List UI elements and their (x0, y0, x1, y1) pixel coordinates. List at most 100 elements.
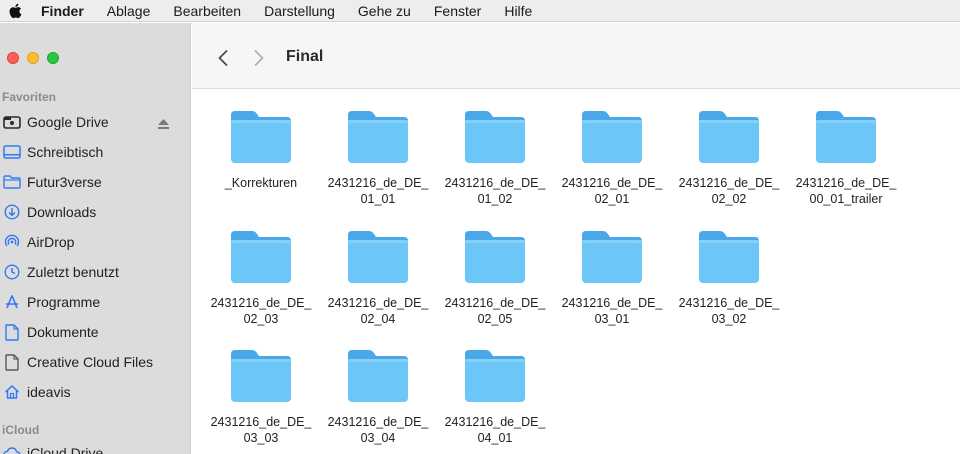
folder-name: 2431216_de_DE_ 02_05 (440, 295, 550, 327)
folder-name-line1: 2431216_de_DE_ (444, 176, 546, 190)
sidebar-item-futur3verse[interactable]: Futur3verse (0, 168, 191, 196)
folder-item[interactable]: 2431216_de_DE_ 03_02 (674, 229, 784, 327)
folder-name: 2431216_de_DE_ 02_04 (323, 295, 433, 327)
minimize-window-button[interactable] (27, 52, 39, 64)
folder-item[interactable]: 2431216_de_DE_ 00_01_trailer (791, 109, 901, 207)
folder-name-line1: 2431216_de_DE_ (561, 176, 663, 190)
folder-icon (465, 111, 525, 163)
sidebar-item-label: Schreibtisch (27, 144, 104, 160)
window-controls (7, 52, 59, 64)
folder-icon (348, 111, 408, 163)
sidebar-item-airdrop[interactable]: AirDrop (0, 228, 191, 256)
folder-item[interactable]: 2431216_de_DE_ 02_05 (440, 229, 550, 327)
folder-icon (231, 111, 291, 163)
folder-name-line2: 03_02 (711, 312, 747, 326)
folder-name: 2431216_de_DE_ 02_01 (557, 175, 667, 207)
sidebar-item-label: Google Drive (27, 114, 109, 130)
sidebar-item-label: Creative Cloud Files (27, 354, 154, 370)
drive-icon (3, 113, 21, 131)
favorites-section-title: Favoriten (2, 90, 57, 104)
menu-fenster[interactable]: Fenster (434, 3, 481, 19)
sidebar-item-programme[interactable]: Programme (0, 288, 191, 316)
desktop-icon (3, 143, 21, 161)
folder-item[interactable]: 2431216_de_DE_ 01_01 (323, 109, 433, 207)
folder-name-line2: 02_03 (243, 312, 279, 326)
eject-icon[interactable] (158, 116, 169, 132)
sidebar-item-dokumente[interactable]: Dokumente (0, 318, 191, 346)
zoom-window-button[interactable] (47, 52, 59, 64)
airdrop-icon (3, 233, 21, 251)
sidebar-item-creative-cloud-files[interactable]: Creative Cloud Files (0, 348, 191, 376)
icloud-section-title: iCloud (2, 423, 40, 437)
folder-name-line2: 02_01 (594, 192, 630, 206)
sidebar-item-downloads[interactable]: Downloads (0, 198, 191, 226)
folder-name: 2431216_de_DE_ 00_01_trailer (791, 175, 901, 207)
folder-item[interactable]: 2431216_de_DE_ 03_03 (206, 348, 316, 446)
folder-name-line1: 2431216_de_DE_ (678, 176, 780, 190)
sidebar: Favoriten Google Drive Schreibtisch Futu… (0, 23, 191, 454)
folder-item[interactable]: 2431216_de_DE_ 02_04 (323, 229, 433, 327)
folder-name: 2431216_de_DE_ 02_03 (206, 295, 316, 327)
folder-item[interactable]: 2431216_de_DE_ 04_01 (440, 348, 550, 446)
folder-name-line1: 2431216_de_DE_ (678, 296, 780, 310)
folder-icon (465, 231, 525, 283)
folder-icon (465, 350, 525, 402)
apple-menu-icon[interactable] (8, 3, 22, 19)
file-icon (3, 353, 21, 371)
sidebar-item-label: Dokumente (27, 324, 99, 340)
sidebar-item-ideavis[interactable]: ideavis (0, 378, 191, 406)
sidebar-item-icloud-drive[interactable]: iCloud Drive (0, 439, 191, 454)
window-title: Final (286, 48, 324, 65)
folder-icon (231, 350, 291, 402)
folder-icon (582, 231, 642, 283)
folder-icon (348, 350, 408, 402)
folder-name: 2431216_de_DE_ 03_01 (557, 295, 667, 327)
folder-name: 2431216_de_DE_ 03_03 (206, 414, 316, 446)
folder-name-line1: 2431216_de_DE_ (444, 296, 546, 310)
sidebar-item-label: Downloads (27, 204, 97, 220)
folder-name: 2431216_de_DE_ 03_02 (674, 295, 784, 327)
apps-icon (3, 293, 21, 311)
menu-ablage[interactable]: Ablage (107, 3, 151, 19)
menu-finder[interactable]: Finder (41, 3, 84, 19)
folder-name-line1: 2431216_de_DE_ (561, 296, 663, 310)
folder-item[interactable]: 2431216_de_DE_ 02_01 (557, 109, 667, 207)
folder-icon (816, 111, 876, 163)
folder-grid: _Korrekturen 2431216_de_DE_ 01_01 2431216_d… (192, 90, 960, 454)
sidebar-item-label: Futur3verse (27, 174, 102, 190)
menu-bearbeiten[interactable]: Bearbeiten (173, 3, 241, 19)
back-button[interactable] (214, 47, 232, 69)
close-window-button[interactable] (7, 52, 19, 64)
folder-name-line2: 01_02 (477, 192, 513, 206)
forward-button[interactable] (250, 47, 268, 69)
folder-item[interactable]: 2431216_de_DE_ 03_04 (323, 348, 433, 446)
sidebar-item-label: Zuletzt benutzt (27, 264, 119, 280)
folder-name-line2: 03_01 (594, 312, 630, 326)
folder-item[interactable]: 2431216_de_DE_ 03_01 (557, 229, 667, 327)
menu-darstellung[interactable]: Darstellung (264, 3, 335, 19)
menu-gehe-zu[interactable]: Gehe zu (358, 3, 411, 19)
folder-icon (231, 231, 291, 283)
menu-hilfe[interactable]: Hilfe (504, 3, 532, 19)
sidebar-item-label: Programme (27, 294, 101, 310)
chevron-right-icon (254, 50, 264, 66)
sidebar-item-zuletzt-benutzt[interactable]: Zuletzt benutzt (0, 258, 191, 286)
toolbar: Final (192, 23, 960, 89)
sidebar-item-label: ideavis (27, 384, 71, 400)
folder-item[interactable]: _Korrekturen (206, 109, 316, 191)
folder-name: 2431216_de_DE_ 04_01 (440, 414, 550, 446)
cloud-icon (3, 444, 21, 454)
folder-item[interactable]: 2431216_de_DE_ 02_03 (206, 229, 316, 327)
folder-name: 2431216_de_DE_ 01_02 (440, 175, 550, 207)
folder-icon (348, 231, 408, 283)
folder-name-line2: 03_04 (360, 431, 396, 445)
folder-icon (699, 231, 759, 283)
home-icon (3, 383, 21, 401)
sidebar-item-label: AirDrop (27, 234, 75, 250)
folder-item[interactable]: 2431216_de_DE_ 02_02 (674, 109, 784, 207)
folder-name-line1: 2431216_de_DE_ (795, 176, 897, 190)
sidebar-item-schreibtisch[interactable]: Schreibtisch (0, 138, 191, 166)
folder-item[interactable]: 2431216_de_DE_ 01_02 (440, 109, 550, 207)
folder-icon (582, 111, 642, 163)
sidebar-item-google-drive[interactable]: Google Drive (0, 108, 191, 136)
